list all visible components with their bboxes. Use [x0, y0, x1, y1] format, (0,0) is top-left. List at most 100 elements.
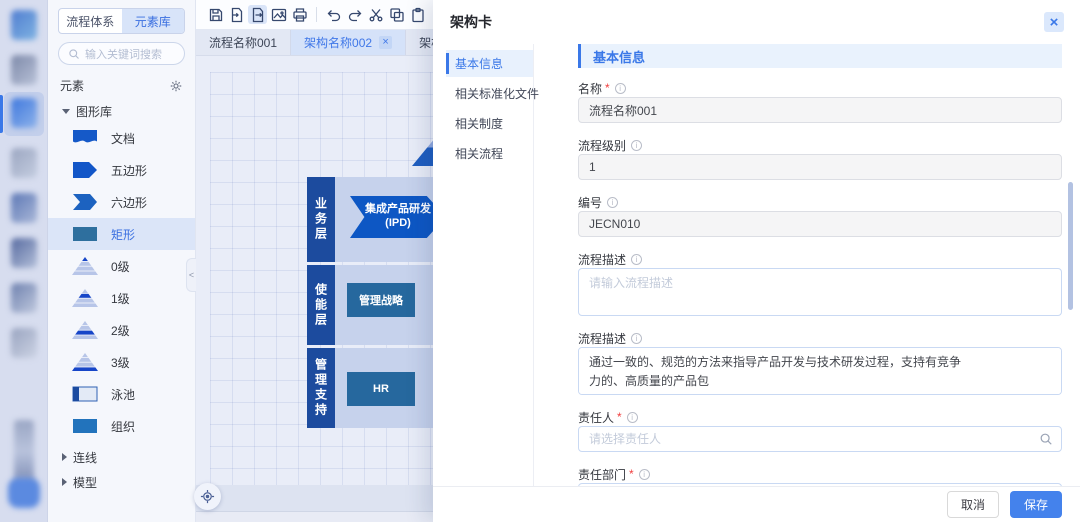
tab-element-library[interactable]: 元素库: [122, 9, 185, 33]
group-connectors[interactable]: 连线: [48, 446, 195, 468]
field-description-empty: 流程描述i: [578, 253, 1062, 316]
node-label: 集成产品研发: [365, 203, 431, 217]
element-label: 2级: [111, 322, 130, 339]
file-import-icon[interactable]: [227, 5, 246, 24]
blurred-app-icon[interactable]: [11, 283, 37, 313]
info-icon[interactable]: i: [627, 412, 638, 423]
element-item-organization[interactable]: 组织: [48, 410, 195, 442]
element-label: 3级: [111, 354, 130, 371]
blurred-app-icon[interactable]: [11, 148, 37, 178]
blurred-app-icon[interactable]: [11, 238, 37, 268]
user-avatar[interactable]: [8, 478, 40, 508]
image-export-icon[interactable]: [269, 5, 288, 24]
process-description-filled-textarea[interactable]: 通过一致的、规范的方法来指导产品开发与技术研发过程，支持有竞争 力的、高质量的产…: [578, 347, 1062, 395]
lane-header: 使能层: [307, 265, 335, 345]
blurred-app-icon[interactable]: [11, 10, 37, 40]
element-item-hexagon[interactable]: 六边形: [48, 186, 195, 218]
doc-tab-1[interactable]: 流程名称001: [196, 30, 291, 55]
element-item-pentagon[interactable]: 五边形: [48, 154, 195, 186]
blurred-app-icon[interactable]: [11, 55, 37, 85]
nav-standard-docs[interactable]: 相关标准化文件: [446, 80, 533, 107]
paste-icon[interactable]: [408, 5, 427, 24]
toolbar-divider: [316, 7, 317, 22]
info-icon[interactable]: i: [639, 469, 650, 480]
node-label: HR: [373, 383, 389, 395]
elements-title: 元素: [60, 77, 84, 94]
process-level-input[interactable]: [578, 154, 1062, 180]
node-ipd-hexagon[interactable]: 集成产品研发 (IPD): [350, 196, 446, 238]
element-label: 五边形: [111, 162, 147, 179]
info-icon[interactable]: i: [631, 140, 642, 151]
element-label: 0级: [111, 258, 130, 275]
element-item-level2[interactable]: 2级: [48, 314, 195, 346]
element-item-document[interactable]: 文档: [48, 122, 195, 154]
field-level: 流程级别i: [578, 139, 1062, 180]
print-icon[interactable]: [290, 5, 309, 24]
nav-related-processes[interactable]: 相关流程: [446, 140, 533, 167]
doc-tab-label: 架构名称002: [304, 34, 372, 51]
blurred-app-icon[interactable]: [11, 328, 37, 358]
group-models[interactable]: 模型: [48, 471, 195, 493]
element-item-pool[interactable]: 泳池: [48, 378, 195, 410]
save-button[interactable]: 保存: [1010, 491, 1062, 518]
drawer-scrollbar-thumb[interactable]: [1068, 182, 1073, 310]
name-input[interactable]: [578, 97, 1062, 123]
element-item-level3[interactable]: 3级: [48, 346, 195, 378]
locate-center-button[interactable]: [194, 483, 221, 510]
save-icon[interactable]: [206, 5, 225, 24]
blurred-app-icon[interactable]: [11, 98, 37, 128]
field-department: 责任部门*i: [578, 468, 1062, 486]
doc-tab-label: 流程名称001: [209, 34, 277, 51]
group-shape-library[interactable]: 图形库: [48, 100, 195, 122]
drawer-nav: 基本信息 相关标准化文件 相关制度 相关流程: [433, 44, 533, 486]
rectangle-icon: [72, 225, 98, 243]
info-icon[interactable]: i: [607, 197, 618, 208]
code-input[interactable]: [578, 211, 1062, 237]
pool-icon: [72, 385, 98, 403]
file-export-icon[interactable]: [248, 5, 267, 24]
active-app-indicator: [0, 95, 3, 133]
element-item-level1[interactable]: 1级: [48, 282, 195, 314]
cut-icon[interactable]: [366, 5, 385, 24]
group-label: 图形库: [76, 103, 112, 120]
search-icon: [68, 48, 80, 60]
undo-icon[interactable]: [324, 5, 343, 24]
close-tab-icon[interactable]: ×: [379, 36, 392, 49]
nav-basic-info[interactable]: 基本信息: [446, 50, 533, 77]
process-description-textarea[interactable]: [578, 268, 1062, 316]
blurred-app-icon[interactable]: [11, 193, 37, 223]
element-label: 泳池: [111, 386, 135, 403]
cancel-button[interactable]: 取消: [947, 491, 999, 518]
keyword-search-input[interactable]: 输入关键词搜索: [58, 42, 185, 65]
search-placeholder: 输入关键词搜索: [85, 46, 162, 62]
search-icon[interactable]: [1039, 432, 1053, 446]
field-label-text: 名称: [578, 80, 602, 97]
target-icon: [200, 489, 215, 504]
gear-icon[interactable]: [169, 79, 183, 93]
lane-header: 管理支持: [307, 348, 335, 428]
info-icon[interactable]: i: [631, 333, 642, 344]
panel-collapse-handle[interactable]: <: [186, 258, 196, 292]
element-item-level0[interactable]: 0级: [48, 250, 195, 282]
chevron-collapsed-icon: [62, 453, 67, 461]
drawer-footer: 取消 保存: [433, 486, 1080, 522]
document-shape-icon: [72, 129, 98, 147]
info-icon[interactable]: i: [631, 254, 642, 265]
node-management-strategy[interactable]: 管理战略: [347, 283, 415, 317]
close-drawer-icon[interactable]: ×: [1044, 12, 1064, 32]
drawer-form: 基本信息 名称*i 流程级别i 编号i: [533, 44, 1080, 486]
node-sublabel: (IPD): [385, 217, 411, 231]
field-name: 名称*i: [578, 82, 1062, 123]
redo-icon[interactable]: [345, 5, 364, 24]
field-description-filled: 流程描述i 通过一致的、规范的方法来指导产品开发与技术研发过程，支持有竞争 力的…: [578, 332, 1062, 395]
element-label: 六边形: [111, 194, 147, 211]
doc-tab-2-active[interactable]: 架构名称002 ×: [291, 30, 406, 55]
nav-regulations[interactable]: 相关制度: [446, 110, 533, 137]
owner-select-input[interactable]: [578, 426, 1062, 452]
tab-process-system[interactable]: 流程体系: [59, 9, 122, 33]
copy-icon[interactable]: [387, 5, 406, 24]
info-icon[interactable]: i: [615, 83, 626, 94]
node-hr[interactable]: HR: [347, 372, 415, 406]
element-item-rectangle[interactable]: 矩形: [48, 218, 195, 250]
field-label-text: 编号: [578, 194, 602, 211]
